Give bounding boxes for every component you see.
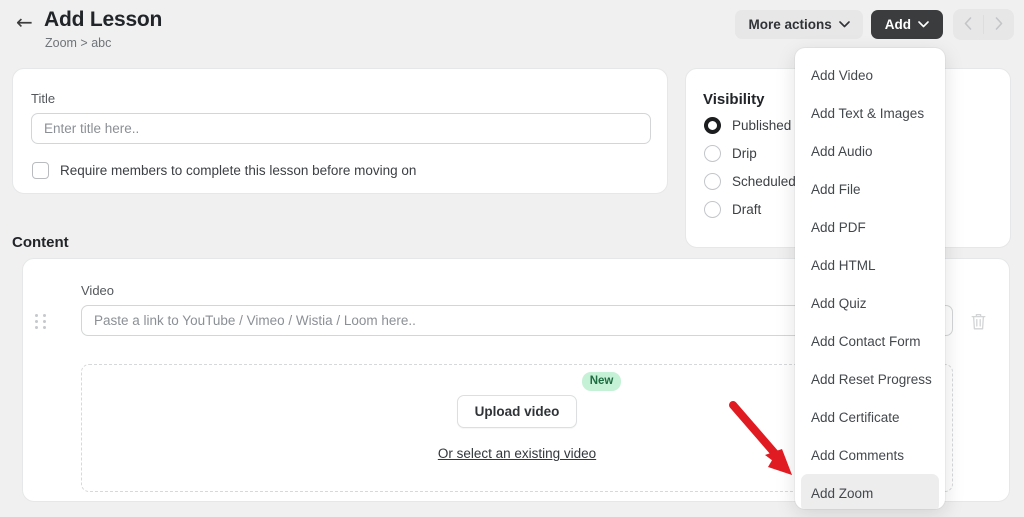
visibility-option-drip[interactable]: Drip [704, 145, 796, 162]
more-actions-label: More actions [748, 17, 831, 32]
menu-item-add-comments[interactable]: Add Comments [801, 436, 939, 474]
upload-video-wrap: Upload video New [457, 395, 578, 428]
add-button[interactable]: Add [871, 10, 943, 39]
radio-scheduled[interactable] [704, 173, 721, 190]
radio-drip-label: Drip [732, 146, 757, 161]
pagination-nav [953, 9, 1014, 40]
visibility-heading: Visibility [703, 91, 764, 108]
radio-scheduled-label: Scheduled [732, 174, 796, 189]
menu-item-add-pdf[interactable]: Add PDF [801, 208, 939, 246]
menu-item-add-html[interactable]: Add HTML [801, 246, 939, 284]
drag-handle-icon[interactable] [35, 314, 49, 329]
add-button-label: Add [885, 17, 911, 32]
chevron-right-icon [995, 17, 1003, 33]
menu-item-add-text-images[interactable]: Add Text & Images [801, 94, 939, 132]
chevron-left-icon [964, 17, 972, 33]
trash-icon[interactable] [965, 307, 991, 335]
menu-item-add-certificate[interactable]: Add Certificate [801, 398, 939, 436]
page-title: Add Lesson [44, 8, 162, 32]
require-complete-label: Require members to complete this lesson … [60, 163, 416, 178]
select-existing-video-link[interactable]: Or select an existing video [438, 446, 596, 461]
chevron-down-icon [839, 21, 850, 28]
visibility-option-scheduled[interactable]: Scheduled [704, 173, 796, 190]
header-actions: More actions Add [735, 9, 1014, 40]
radio-draft-label: Draft [732, 202, 761, 217]
new-badge: New [582, 372, 622, 391]
menu-item-add-reset-progress[interactable]: Add Reset Progress [801, 360, 939, 398]
previous-lesson-button[interactable] [953, 9, 983, 40]
chevron-down-icon [918, 21, 929, 28]
video-field-label: Video [81, 283, 114, 298]
visibility-option-published[interactable]: Published [704, 117, 796, 134]
arrow-left-icon[interactable]: ← [16, 12, 33, 32]
breadcrumb: Zoom > abc [45, 36, 111, 50]
menu-item-add-video[interactable]: Add Video [801, 56, 939, 94]
content-section-title: Content [12, 234, 69, 251]
title-input[interactable] [31, 113, 651, 144]
visibility-option-draft[interactable]: Draft [704, 201, 796, 218]
radio-draft[interactable] [704, 201, 721, 218]
title-field-label: Title [31, 91, 55, 106]
more-actions-button[interactable]: More actions [735, 10, 862, 39]
require-complete-checkbox-row[interactable]: Require members to complete this lesson … [32, 162, 416, 179]
menu-item-add-zoom[interactable]: Add Zoom [801, 474, 939, 509]
menu-item-add-contact-form[interactable]: Add Contact Form [801, 322, 939, 360]
radio-drip[interactable] [704, 145, 721, 162]
radio-published[interactable] [704, 117, 721, 134]
upload-video-label: Upload video [475, 404, 560, 419]
radio-published-label: Published [732, 118, 791, 133]
require-complete-checkbox[interactable] [32, 162, 49, 179]
upload-video-button[interactable]: Upload video [457, 395, 578, 428]
next-lesson-button[interactable] [984, 9, 1014, 40]
add-menu-dropdown: Add Video Add Text & Images Add Audio Ad… [795, 48, 945, 509]
title-card: Title Require members to complete this l… [12, 68, 668, 194]
app-page: ← Add Lesson Zoom > abc More actions Add [0, 0, 1024, 517]
menu-item-add-audio[interactable]: Add Audio [801, 132, 939, 170]
menu-item-add-file[interactable]: Add File [801, 170, 939, 208]
menu-item-add-quiz[interactable]: Add Quiz [801, 284, 939, 322]
